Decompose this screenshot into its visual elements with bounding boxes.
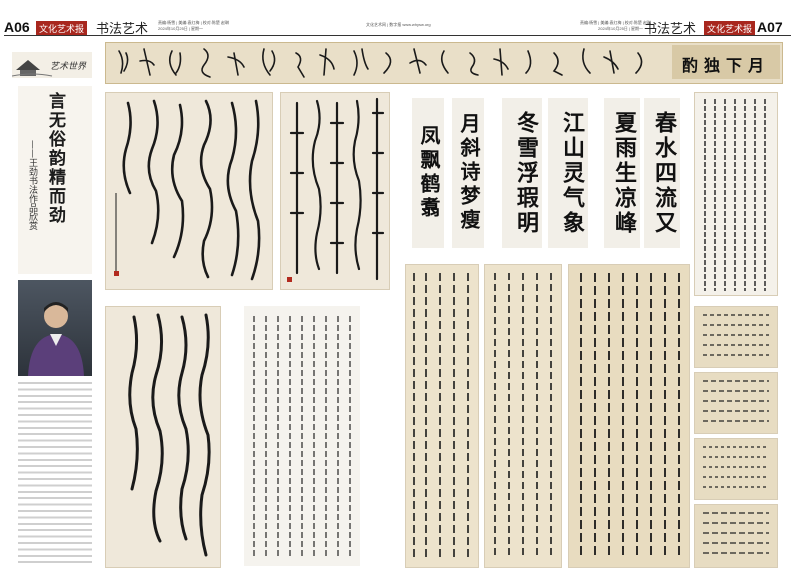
- couplet-pair-2: 冬雪浮瑕明 江山灵气象: [498, 92, 594, 252]
- artwork-small-4: [694, 504, 778, 568]
- small-4-strokes: [703, 512, 769, 554]
- column-logo-text: 艺术世界: [50, 62, 87, 72]
- artwork-running-script: [280, 92, 390, 290]
- artist-seal: [287, 277, 292, 282]
- date-right: 2024年10月25日 | 星期一: [598, 26, 644, 31]
- cursive-strokes-1: [115, 99, 261, 281]
- letter-3-strokes: [580, 273, 680, 559]
- feature-subtitle: ——王劲书法作品欣赏: [27, 140, 37, 230]
- feature-title: 言无俗韵精而劲: [45, 92, 65, 225]
- banner-title-panel: 酌独下月: [672, 45, 780, 79]
- artwork-letter-1: [405, 264, 479, 568]
- article-body: [18, 380, 92, 566]
- artwork-small-script-grid: [694, 92, 778, 296]
- small-2-strokes: [703, 380, 769, 422]
- banner-scroll: 酌独下月: [105, 42, 783, 84]
- small-script-text: [699, 97, 773, 291]
- artwork-small-1: [694, 306, 778, 368]
- page-header: A06 文化艺术报 书法艺术 责编:杨雪 | 美编:袁红梅 | 校对:陈楚 赵琳…: [0, 0, 795, 37]
- artwork-bold-running: [105, 306, 221, 568]
- page-number-left: A06: [4, 19, 30, 35]
- artwork-small-3: [694, 438, 778, 500]
- brand-logo-right: 文化艺术报: [704, 21, 756, 36]
- fine-script-strokes: [253, 316, 351, 556]
- artwork-fine-script: [244, 306, 360, 566]
- artist-seal: [114, 271, 119, 276]
- couplet-2-left: 冬雪浮瑕明: [502, 98, 542, 248]
- page-number-right: A07: [757, 19, 783, 35]
- author-portrait: [18, 280, 92, 376]
- banner-title: 酌独下月: [682, 56, 771, 75]
- editors-right: 责编:杨雪 | 美编:袁红梅 | 校对:陈楚 赵琳: [580, 20, 651, 25]
- artwork-letter-3: [568, 264, 690, 568]
- artwork-cursive-1: [105, 92, 273, 290]
- couplet-pair-3: 夏雨生凉峰 春水四流又: [600, 92, 684, 252]
- column-logo-box: 艺术世界: [12, 52, 92, 78]
- couplet-3-left: 夏雨生凉峰: [604, 98, 640, 248]
- couplet-2-right: 江山灵气象: [548, 98, 588, 248]
- brand-logo-left: 文化艺术报: [36, 21, 88, 36]
- small-1-strokes: [703, 314, 769, 356]
- couplet-3-right: 春水四流又: [644, 98, 680, 248]
- banner-calligraphy: [118, 48, 643, 78]
- letter-1-strokes: [413, 273, 469, 559]
- portrait-figure: [28, 302, 84, 376]
- header-rule: [4, 35, 791, 36]
- couplet-1-left: 凤飘鹤翥: [412, 98, 444, 248]
- small-3-strokes: [703, 446, 769, 488]
- editors-left: 责编:杨雪 | 美编:袁红梅 | 校对:陈楚 赵琳: [158, 20, 229, 25]
- artwork-small-2: [694, 372, 778, 434]
- feature-title-box: 言无俗韵精而劲 ——王劲书法作品欣赏: [18, 86, 92, 274]
- couplet-1-right: 月斜诗梦瘦: [452, 98, 484, 248]
- site-info: 文化艺术网 | 数字报 www.whysw.org: [366, 22, 431, 27]
- bold-running-strokes: [128, 313, 211, 557]
- artwork-letter-2: [484, 264, 562, 568]
- date-left: 2024年10月25日 | 星期一: [158, 26, 204, 31]
- couplet-pair-1: 凤飘鹤翥 月斜诗梦瘦: [406, 92, 490, 252]
- running-script-strokes: [289, 97, 385, 281]
- letter-2-strokes: [494, 273, 552, 559]
